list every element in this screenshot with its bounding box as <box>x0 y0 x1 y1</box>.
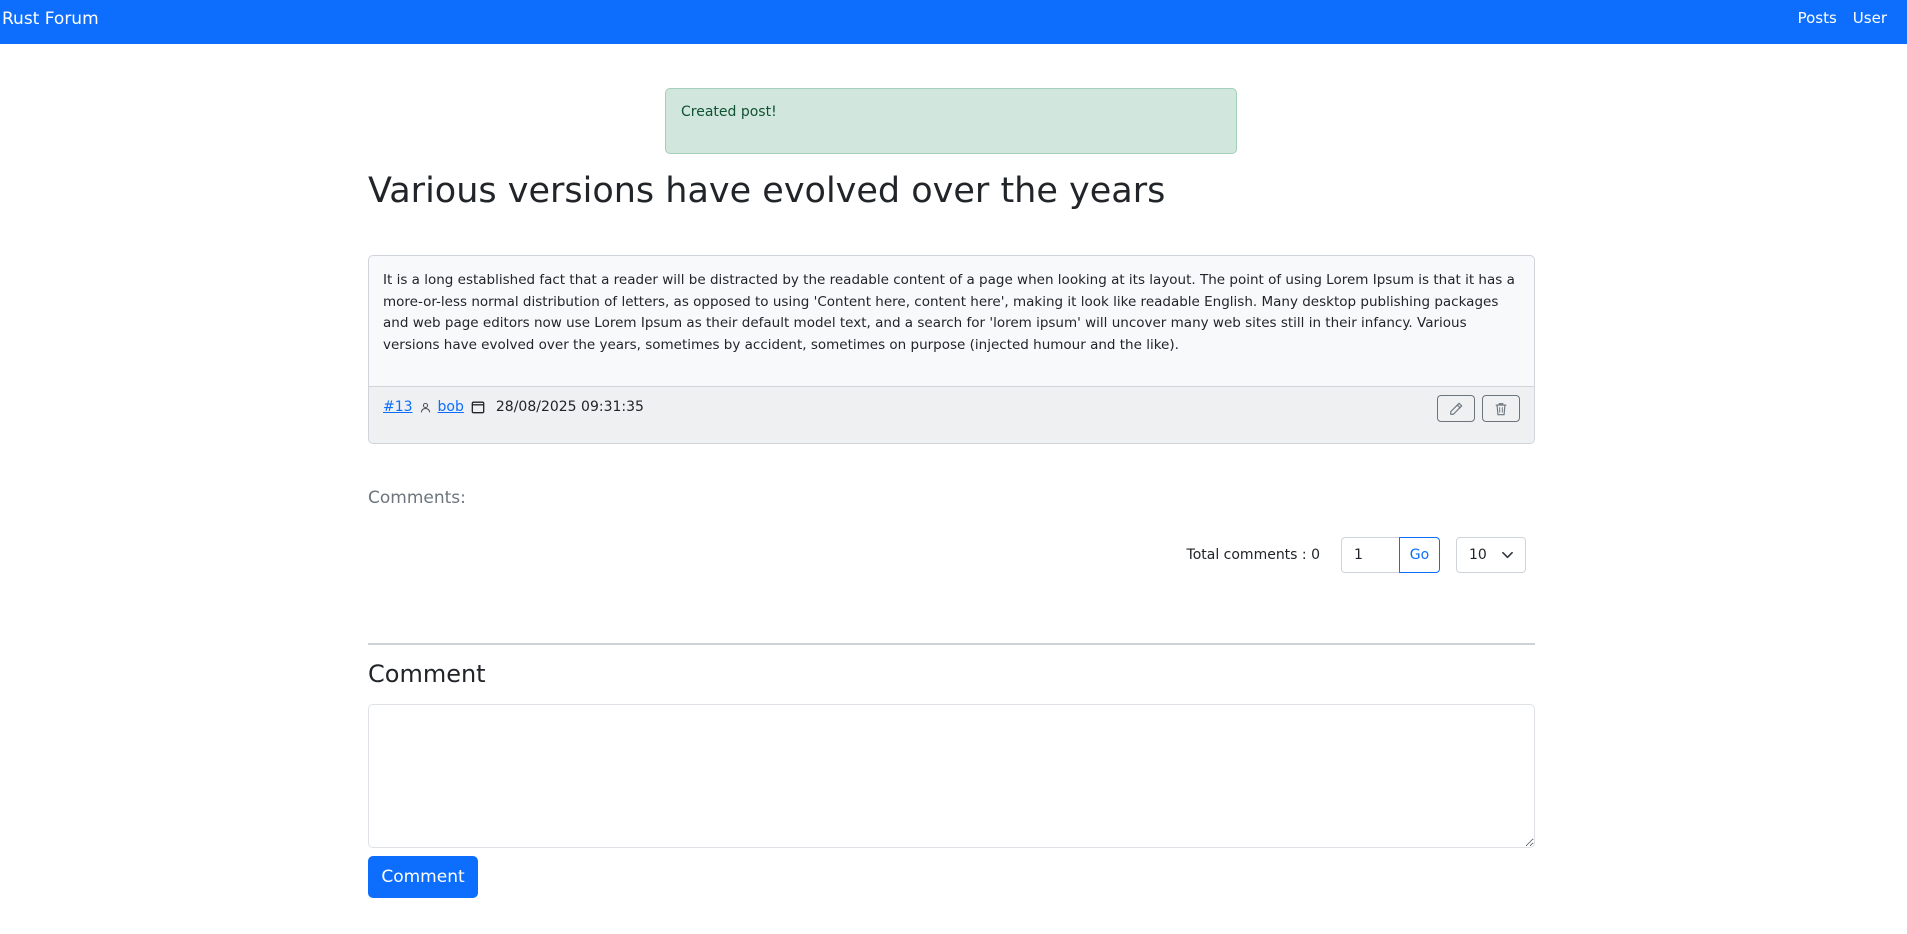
delete-button[interactable] <box>1482 395 1520 422</box>
calendar-icon <box>471 400 485 414</box>
comment-submit-button[interactable]: Comment <box>368 856 478 898</box>
top-navbar: Rust Forum Posts User <box>0 0 1907 44</box>
author-link[interactable]: bob <box>438 397 464 417</box>
post-footer: #13 bob 28/08/2025 09:31:35 <box>369 386 1534 443</box>
comment-textarea[interactable] <box>368 704 1535 848</box>
post-date: 28/08/2025 09:31:35 <box>495 399 644 415</box>
comment-heading: Comment <box>368 660 486 688</box>
nav-link-user[interactable]: User <box>1845 8 1895 28</box>
post-id-link[interactable]: #13 <box>383 397 413 417</box>
nav-link-posts[interactable]: Posts <box>1790 8 1845 28</box>
comments-pager: Total comments : 0 Go 10 <box>1187 537 1526 573</box>
go-button[interactable]: Go <box>1399 537 1440 573</box>
post-meta: #13 bob 28/08/2025 09:31:35 <box>383 397 644 417</box>
alert-message: Created post! <box>681 104 777 120</box>
post-body: It is a long established fact that a rea… <box>383 272 1515 353</box>
post-title: Various versions have evolved over the y… <box>368 171 1166 211</box>
chevron-down-icon <box>1502 551 1513 559</box>
edit-button[interactable] <box>1437 395 1475 422</box>
comments-label: Comments: <box>368 488 466 508</box>
section-divider <box>368 643 1535 645</box>
post-card: It is a long established fact that a rea… <box>368 255 1535 444</box>
per-page-value: 10 <box>1469 547 1487 563</box>
person-icon <box>420 402 431 413</box>
pencil-icon <box>1450 402 1463 415</box>
trash-icon <box>1495 402 1507 415</box>
brand-link[interactable]: Rust Forum <box>2 8 99 30</box>
success-alert: Created post! <box>665 88 1237 154</box>
page-number-input[interactable] <box>1341 537 1399 573</box>
nav-links: Posts User <box>1790 8 1895 28</box>
per-page-select[interactable]: 10 <box>1456 537 1526 573</box>
total-comments: Total comments : 0 <box>1186 547 1320 563</box>
